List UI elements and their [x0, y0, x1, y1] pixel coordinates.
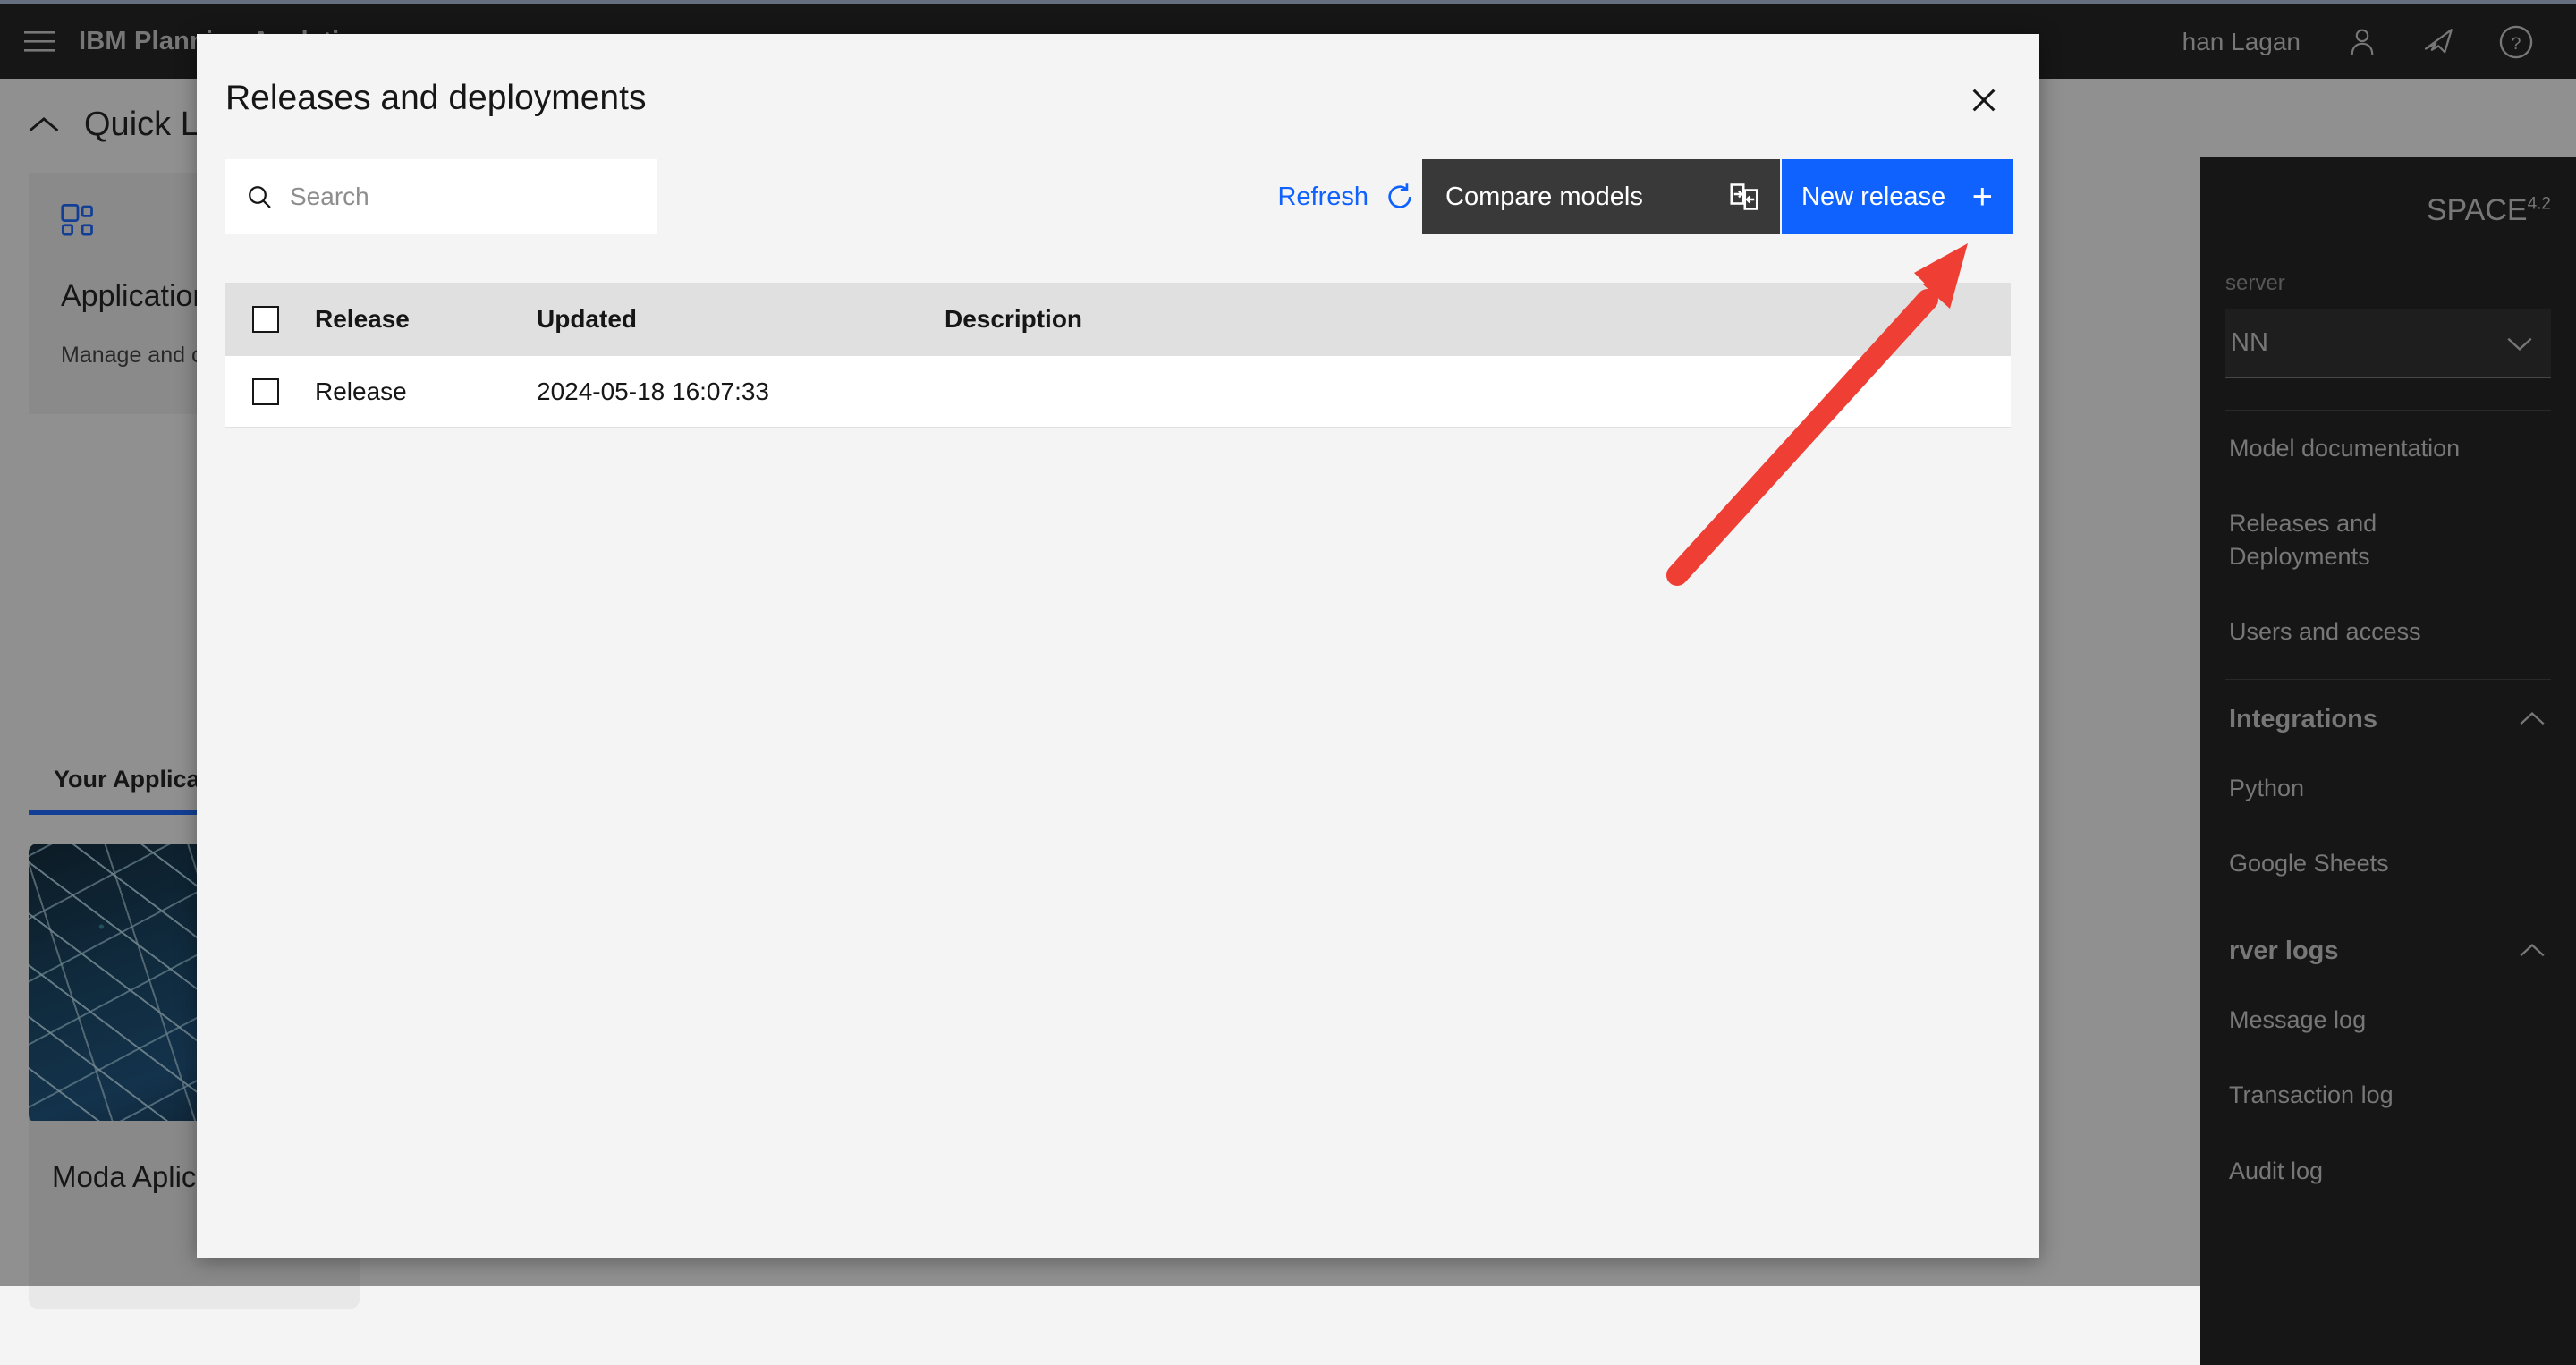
- table-header-row: Release Updated Description: [225, 283, 2011, 356]
- new-release-label: New release: [1801, 182, 1972, 212]
- releases-and-deployments-modal: Releases and deployments Refresh: [197, 34, 2039, 1258]
- select-all-checkbox-cell: [236, 306, 295, 333]
- modal-title: Releases and deployments: [225, 79, 646, 118]
- compare-models-icon: [1728, 181, 1760, 213]
- table-row[interactable]: Release 2024-05-18 16:07:33: [225, 356, 2011, 428]
- application-root: IBM Planning Analytics han Lagan ?: [0, 0, 2576, 1286]
- close-icon[interactable]: [1950, 66, 2018, 134]
- compare-models-label: Compare models: [1445, 182, 1728, 212]
- search-field[interactable]: [290, 182, 612, 211]
- column-header-updated[interactable]: Updated: [537, 305, 945, 334]
- refresh-icon: [1385, 182, 1415, 212]
- cell-release: Release: [295, 377, 537, 406]
- search-icon: [245, 182, 274, 211]
- modal-toolbar: Refresh Compare models New release +: [197, 159, 2039, 242]
- new-release-button[interactable]: New release +: [1782, 159, 2012, 234]
- column-header-description[interactable]: Description: [945, 305, 2011, 334]
- compare-models-button[interactable]: Compare models: [1422, 159, 1780, 234]
- cell-updated: 2024-05-18 16:07:33: [537, 377, 945, 406]
- plus-icon: +: [1972, 179, 1993, 215]
- row-checkbox[interactable]: [252, 378, 279, 405]
- select-all-checkbox[interactable]: [252, 306, 279, 333]
- search-input[interactable]: [225, 159, 657, 234]
- column-header-release[interactable]: Release: [295, 305, 537, 334]
- row-checkbox-cell: [236, 378, 295, 405]
- refresh-button[interactable]: Refresh: [1277, 159, 1415, 234]
- refresh-button-label: Refresh: [1277, 182, 1368, 212]
- releases-table: Release Updated Description Release 2024…: [225, 283, 2011, 428]
